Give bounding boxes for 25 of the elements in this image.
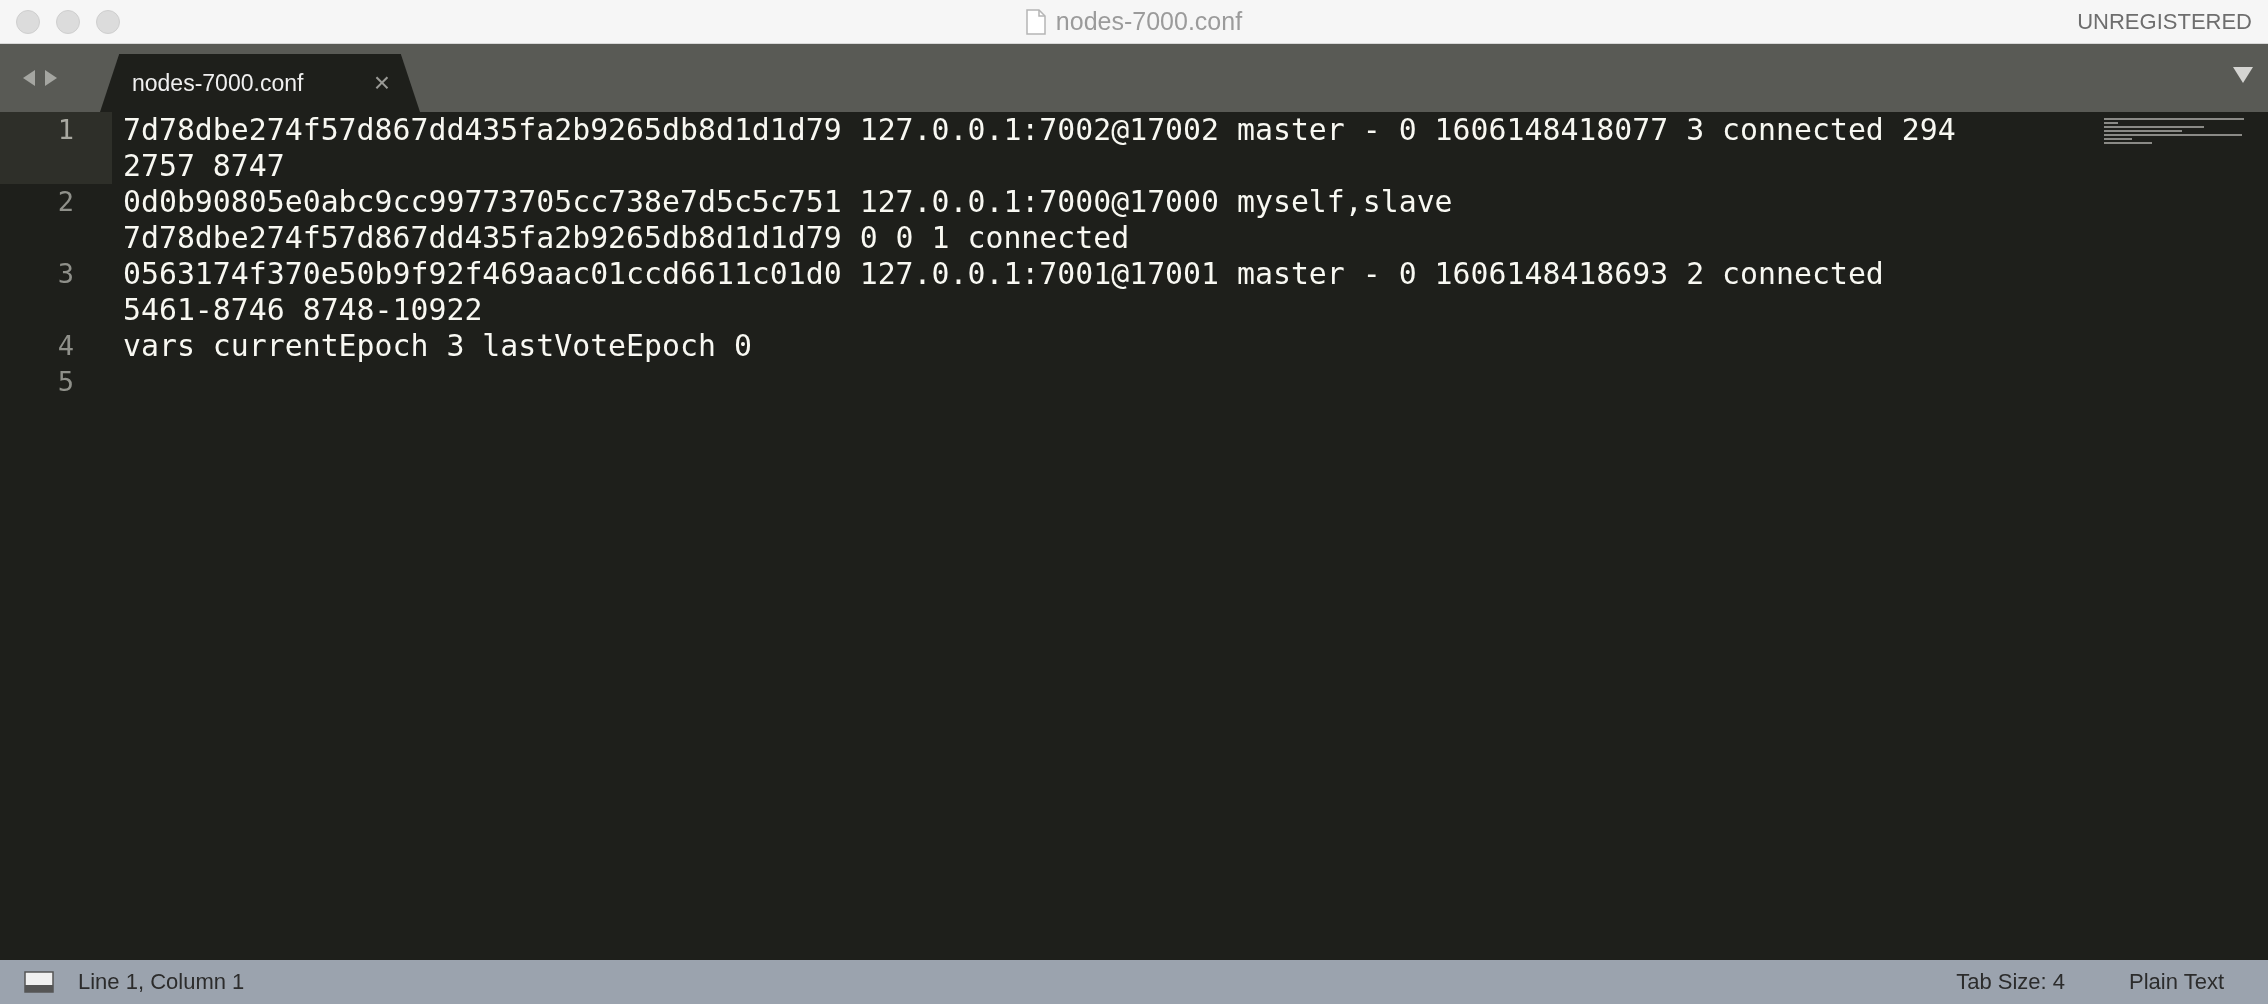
code-line: 0d0b90805e0abc9cc99773705cc738e7d5c5c751 127.0.0.1:7000@17000 myself,slave — [123, 184, 1453, 220]
line-number: 3 — [57, 257, 74, 291]
code-line: 2757 8747 — [123, 148, 286, 184]
line-number: 2 — [57, 185, 74, 219]
code-line: 5461-8746 8748-10922 — [123, 292, 484, 328]
code-line: 7d78dbe274f57d867dd435fa2b9265db8d1d1d79 0 0 1 connected — [123, 220, 1131, 256]
window-title: nodes-7000.conf — [1055, 7, 1243, 36]
syntax-mode[interactable]: Plain Text — [2129, 969, 2224, 995]
line-number: 4 — [57, 329, 74, 363]
license-status: UNREGISTERED — [2077, 8, 2252, 35]
code-line: vars currentEpoch 3 lastVoteEpoch 0 — [123, 328, 752, 364]
line-number: 5 — [57, 365, 74, 399]
editor-tab[interactable]: nodes-7000.conf × — [100, 54, 420, 112]
back-icon[interactable] — [22, 69, 36, 87]
code-line: 7d78dbe274f57d867dd435fa2b9265db8d1d1d79 127.0.0.1:7002@17002 master - 0 1606148418077 3 connected 294 — [123, 112, 1956, 148]
document-icon — [1025, 8, 1046, 35]
dropdown-icon[interactable] — [2232, 66, 2254, 84]
forward-icon[interactable] — [44, 69, 58, 87]
panel-icon[interactable] — [24, 971, 54, 993]
line-number: 1 — [57, 113, 74, 147]
cursor-position: Line 1, Column 1 — [78, 969, 245, 995]
close-icon[interactable]: × — [373, 67, 390, 99]
tab-size[interactable]: Tab Size: 4 — [1956, 969, 2065, 995]
tab-label: nodes-7000.conf — [132, 69, 304, 97]
code-line: 0563174f370e50b9f92f469aac01ccd6611c01d0 127.0.0.1:7001@17001 master - 0 1606148418693 2 connected — [123, 256, 1884, 292]
